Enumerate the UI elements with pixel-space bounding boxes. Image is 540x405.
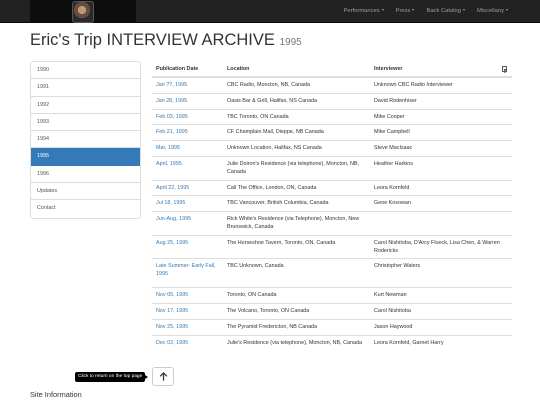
interviewer-cell: Jason Haywood — [370, 318, 512, 336]
sidebar-item-1990[interactable]: 1990 — [31, 62, 140, 80]
site-information-heading: Site Information — [30, 390, 82, 399]
publication-date-link[interactable]: Nov 25, 1995 — [152, 318, 223, 336]
location-cell: TBC Vancouver, British Columbia, Canada — [223, 195, 370, 212]
sidebar-item-contact[interactable]: Contact — [31, 200, 140, 218]
publication-date-link[interactable]: Mar, 1995 — [152, 140, 223, 157]
interviewer-cell: Unknown CBC Radio Interviewer — [370, 76, 512, 94]
location-cell: TBC Toronto, ON Canada — [223, 108, 370, 125]
brand-logo-link[interactable] — [30, 0, 136, 23]
interviewer-cell — [370, 211, 512, 236]
publication-date-link[interactable]: Jan ??, 1995 — [152, 76, 223, 94]
table-header-row: Publication Date Location Interviewer — [152, 61, 512, 78]
sidebar-item-1994[interactable]: 1994 — [31, 131, 140, 149]
interviewer-cell: Mike Campbell — [370, 124, 512, 141]
page-title-year: 1995 — [279, 37, 302, 48]
table-row: Nov 25, 1995 The Pyramid Fredericton, NB … — [152, 318, 512, 336]
back-to-top-button[interactable] — [152, 367, 174, 386]
nav-menu: Performances Press Back Catalog Miscella… — [338, 0, 514, 23]
publication-date-link[interactable]: Feb 03, 1995 — [152, 108, 223, 125]
table-row: Feb 03, 1995 TBC Toronto, ON Canada Mike C… — [152, 108, 512, 125]
top-navbar: Performances Press Back Catalog Miscella… — [0, 0, 540, 23]
publication-date-link[interactable]: Jan 28, 1995 — [152, 92, 223, 110]
nav-press-dropdown[interactable]: Press — [390, 0, 421, 23]
caret-down-icon — [506, 9, 508, 12]
sidebar-item-1992[interactable]: 1992 — [31, 96, 140, 114]
interview-table-container: Publication Date Location Interviewer Ja… — [152, 61, 512, 359]
table-row: Nov 17, 1995 The Volcano, Toronto, ON Can… — [152, 303, 512, 320]
publication-date-link[interactable]: Jul 18, 1995 — [152, 195, 223, 212]
nav-performances-dropdown[interactable]: Performances — [338, 0, 390, 23]
table-row: Nov 05, 1995 Toronto, ON Canada Kurt Newma… — [152, 287, 512, 304]
back-to-top-tooltip: Click to return on the top page — [75, 372, 149, 382]
table-row: Aug 25, 1995 The Horseshoe Tavern, Toront… — [152, 234, 512, 259]
table-row: Jan ??, 1995 CBC Radio, Moncton, NB, Cana… — [152, 76, 512, 94]
interviewer-cell: Kurt Newman — [370, 287, 512, 304]
location-cell: TBC Unknown, Canada — [223, 258, 370, 288]
interview-table: Publication Date Location Interviewer Ja… — [152, 61, 512, 359]
band-logo-image — [72, 0, 94, 23]
table-row: April 22, 1995 Call The Office, London, O… — [152, 179, 512, 196]
nav-miscellany-dropdown[interactable]: Miscellany — [471, 0, 514, 23]
interviewer-cell: Heather Harkins — [370, 155, 512, 181]
interviewer-cell: Christopher Waters — [370, 258, 512, 288]
interviewer-cell: Leora Kornfeld — [370, 179, 512, 196]
publication-date-link[interactable]: Nov 05, 1995 — [152, 287, 223, 304]
interviewer-cell: Carol Nishitoba — [370, 303, 512, 320]
publication-date-link[interactable]: Dec 02, 1995 — [152, 334, 223, 359]
location-cell: Unknown Location, Halifax, NS Canada — [223, 140, 370, 157]
location-cell: CF Champlain Mall, Dieppe, NB Canada — [223, 124, 370, 141]
location-cell: Julie's Residence (via telephone), Monct… — [223, 334, 370, 359]
interviewer-cell: David Rodenhiser — [370, 92, 512, 110]
table-row: Feb 21, 1995 CF Champlain Mall, Dieppe, N… — [152, 124, 512, 141]
nav-back-catalog-dropdown[interactable]: Back Catalog — [420, 0, 470, 23]
location-cell: The Horseshoe Tavern, Toronto, ON, Canad… — [223, 234, 370, 259]
interviewer-cell: Leora Kornfeld, Garnet Harry — [370, 334, 512, 359]
table-row: Jul 18, 1995 TBC Vancouver, British Colum… — [152, 195, 512, 212]
interviewer-cell: Carol Nishitoba, D'Arcy Flueck, Lisa Che… — [370, 234, 512, 259]
table-row: Dec 02, 1995 Julie's Residence (via telep… — [152, 334, 512, 359]
location-cell: Toronto, ON Canada — [223, 287, 370, 304]
location-cell: Oasis Bar & Grill, Halifax, NS Canada — [223, 92, 370, 110]
location-cell: Julie Doiron's Residence (via telephone)… — [223, 155, 370, 181]
sidebar-item-1995[interactable]: 1995 — [31, 148, 140, 166]
table-row: Jan 28, 1995 Oasis Bar & Grill, Halifax, … — [152, 92, 512, 110]
header-interviewer-label: Interviewer — [374, 65, 403, 72]
sidebar-item-1991[interactable]: 1991 — [31, 79, 140, 97]
publication-date-link[interactable]: Jun-Aug, 1995 — [152, 211, 223, 236]
year-sidebar: 1990 1991 1992 1993 1994 1995 1996 Updates Conta… — [30, 61, 141, 219]
publication-date-link[interactable]: April 22, 1995 — [152, 179, 223, 196]
publication-date-link[interactable]: Feb 21, 1995 — [152, 124, 223, 141]
page-title-text: Eric's Trip INTERVIEW ARCHIVE — [30, 31, 275, 49]
publication-date-link[interactable]: Nov 17, 1995 — [152, 303, 223, 320]
location-cell: Call The Office, London, ON, Canada — [223, 179, 370, 196]
interviewer-cell: Gene Kosowan — [370, 195, 512, 212]
page-title: Eric's Trip INTERVIEW ARCHIVE 1995 — [30, 31, 302, 50]
sidebar-item-1996[interactable]: 1996 — [31, 165, 140, 184]
table-row: Mar, 1995 Unknown Location, Halifax, NS C… — [152, 140, 512, 157]
publication-date-link[interactable]: Aug 25, 1995 — [152, 234, 223, 259]
table-row: Jun-Aug, 1995 Rick White's Residence (via… — [152, 211, 512, 236]
location-cell: CBC Radio, Moncton, NB, Canada — [223, 76, 370, 94]
table-row: Late Summer- Early Fall, 1995 TBC Unknown… — [152, 258, 512, 288]
arrow-up-icon — [159, 372, 167, 381]
header-interviewer[interactable]: Interviewer — [370, 61, 512, 78]
document-export-icon[interactable] — [502, 66, 507, 72]
sidebar-item-1993[interactable]: 1993 — [31, 113, 140, 132]
caret-down-icon — [381, 9, 384, 12]
header-publication-date[interactable]: Publication Date — [152, 61, 223, 78]
caret-down-icon — [412, 9, 415, 12]
table-row: April, 1995 Julie Doiron's Residence (via… — [152, 155, 512, 181]
interviewer-cell: Steve MacIsaac — [370, 140, 512, 157]
publication-date-link[interactable]: April, 1995 — [152, 155, 223, 181]
interviewer-cell: Mike Cooper — [370, 108, 512, 125]
location-cell: Rick White's Residence (via Telephone), … — [223, 211, 370, 236]
publication-date-link[interactable]: Late Summer- Early Fall, 1995 — [152, 258, 223, 288]
header-location[interactable]: Location — [223, 61, 370, 78]
location-cell: The Volcano, Toronto, ON Canada — [223, 303, 370, 320]
sidebar-item-updates[interactable]: Updates — [31, 183, 140, 201]
location-cell: The Pyramid Fredericton, NB Canada — [223, 318, 370, 336]
caret-down-icon — [462, 9, 465, 12]
